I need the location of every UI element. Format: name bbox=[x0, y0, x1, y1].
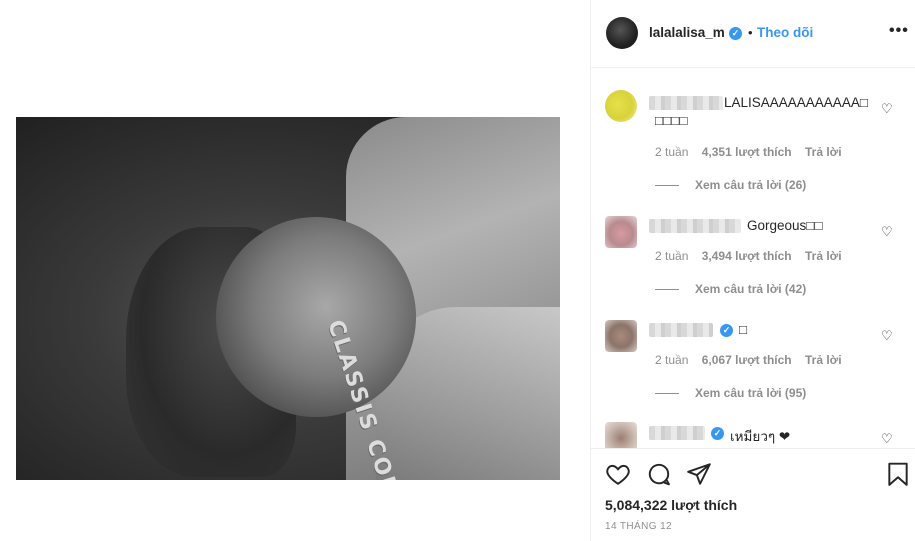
comment-meta: 2 tuần 3,494 lượt thích Trả lời bbox=[655, 249, 852, 263]
view-replies-button[interactable]: Xem câu trả lời (95) bbox=[655, 386, 806, 400]
header-separator: • bbox=[748, 25, 753, 40]
comment-text-continued: □□□□ bbox=[655, 113, 688, 128]
comment-meta: 2 tuần 6,067 lượt thích Trả lời bbox=[655, 353, 852, 367]
author-username[interactable]: lalalalisa_m bbox=[649, 25, 725, 40]
reply-button[interactable]: Trả lời bbox=[805, 249, 842, 263]
verified-icon: ✓ bbox=[729, 27, 742, 40]
post-date[interactable]: 14 THÁNG 12 bbox=[605, 521, 672, 532]
comment-text: เหมียวๆ ❤ bbox=[730, 429, 791, 444]
total-likes[interactable]: 5,084,322 lượt thích bbox=[605, 497, 737, 513]
comment-avatar[interactable] bbox=[605, 216, 637, 248]
comment-username-blurred[interactable] bbox=[649, 426, 705, 440]
comment-likes[interactable]: 6,067 lượt thích bbox=[702, 353, 792, 367]
view-replies-label: Xem câu trả lời (26) bbox=[695, 178, 807, 192]
send-icon[interactable] bbox=[686, 461, 712, 487]
reply-button[interactable]: Trả lời bbox=[805, 353, 842, 367]
comment-meta: 2 tuần 4,351 lượt thích Trả lời bbox=[655, 145, 852, 159]
comment-text: Gorgeous□□ bbox=[747, 218, 823, 233]
comment-like-heart-icon[interactable]: ♡ bbox=[881, 431, 893, 447]
comment-like-heart-icon[interactable]: ♡ bbox=[881, 224, 893, 240]
post-header: lalalalisa_m ✓ • Theo dõi ••• bbox=[591, 0, 915, 68]
view-replies-button[interactable]: Xem câu trả lời (42) bbox=[655, 282, 806, 296]
post-actions: 5,084,322 lượt thích 14 THÁNG 12 bbox=[591, 448, 915, 541]
comment-avatar[interactable] bbox=[605, 90, 637, 122]
verified-icon: ✓ bbox=[720, 324, 733, 337]
follow-button[interactable]: Theo dõi bbox=[757, 25, 813, 40]
comment-time: 2 tuần bbox=[655, 353, 689, 367]
view-replies-label: Xem câu trả lời (42) bbox=[695, 282, 807, 296]
view-replies-line bbox=[655, 185, 679, 187]
comment-text: □ bbox=[739, 322, 748, 337]
comment-likes[interactable]: 3,494 lượt thích bbox=[702, 249, 792, 263]
view-replies-line bbox=[655, 289, 679, 291]
comment-likes[interactable]: 4,351 lượt thích bbox=[702, 145, 792, 159]
comment-username-blurred[interactable] bbox=[649, 323, 713, 337]
reply-button[interactable]: Trả lời bbox=[805, 145, 842, 159]
comment-text: LALISAAAAAAAAAAA□ bbox=[724, 95, 868, 110]
comment-like-heart-icon[interactable]: ♡ bbox=[881, 328, 893, 344]
more-options-icon[interactable]: ••• bbox=[889, 22, 909, 40]
comment-icon[interactable] bbox=[646, 461, 672, 487]
post-photo[interactable]: CLASSIS COMING bbox=[16, 117, 560, 480]
comment-like-heart-icon[interactable]: ♡ bbox=[881, 101, 893, 117]
comment-avatar[interactable] bbox=[605, 320, 637, 352]
photo-face bbox=[216, 217, 416, 417]
view-replies-button[interactable]: Xem câu trả lời (26) bbox=[655, 178, 806, 192]
comment-username-blurred[interactable] bbox=[649, 96, 723, 110]
author-avatar[interactable] bbox=[606, 17, 638, 49]
post-sidebar: lalalalisa_m ✓ • Theo dõi ••• LALISAAAAA… bbox=[590, 0, 915, 541]
comment-time: 2 tuần bbox=[655, 145, 689, 159]
bookmark-icon[interactable] bbox=[885, 461, 911, 487]
comment-time: 2 tuần bbox=[655, 249, 689, 263]
heart-icon[interactable] bbox=[605, 461, 631, 487]
verified-icon: ✓ bbox=[711, 427, 724, 440]
view-replies-label: Xem câu trả lời (95) bbox=[695, 386, 807, 400]
view-replies-line bbox=[655, 393, 679, 395]
comment-avatar[interactable] bbox=[605, 422, 637, 448]
comments-list[interactable]: LALISAAAAAAAAAAA□ □□□□ ♡ 2 tuần 4,351 lư… bbox=[591, 68, 915, 448]
comment-username-blurred[interactable] bbox=[649, 219, 741, 233]
post-media-pane: CLASSIS COMING bbox=[0, 0, 590, 541]
